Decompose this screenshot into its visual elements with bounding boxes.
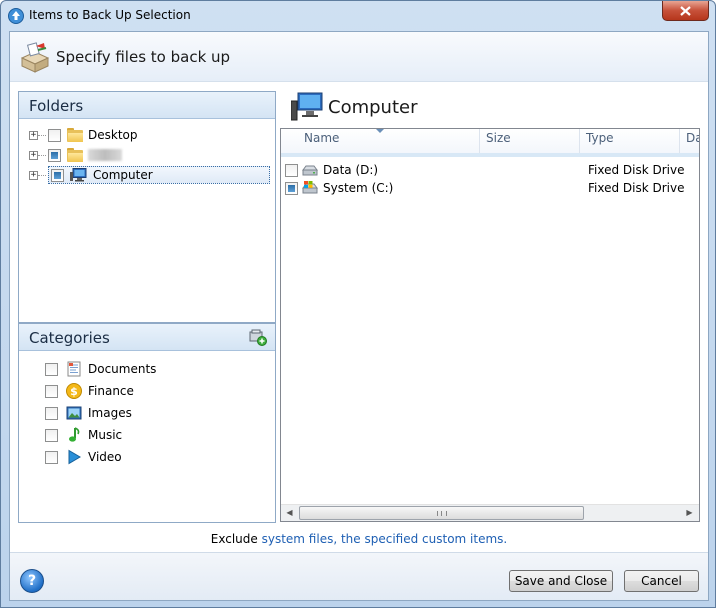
tree-item-computer[interactable]: + Computer xyxy=(29,166,270,184)
tree-item-user[interactable]: + xyxy=(29,146,122,164)
file-list: Name Size Type Da Data (D:) xyxy=(280,128,700,522)
dialog-client-area: Specify files to back up Folders + Deskt… xyxy=(9,31,709,601)
expand-icon[interactable]: + xyxy=(29,150,38,160)
svg-text:$: $ xyxy=(70,385,78,398)
folders-heading: Folders xyxy=(29,97,84,115)
computer-checkbox[interactable] xyxy=(51,168,64,182)
row-type: Fixed Disk Drive xyxy=(588,163,685,177)
cancel-button[interactable]: Cancel xyxy=(624,570,699,592)
close-icon xyxy=(680,5,691,16)
image-icon xyxy=(66,406,82,420)
window-title: Items to Back Up Selection xyxy=(29,8,191,22)
documents-checkbox[interactable] xyxy=(45,362,58,376)
exclude-prefix: Exclude xyxy=(210,532,262,546)
header-divider xyxy=(281,153,699,157)
category-finance[interactable]: $ Finance xyxy=(45,382,134,400)
title-bar: Items to Back Up Selection xyxy=(1,1,715,31)
finance-checkbox[interactable] xyxy=(45,384,58,398)
list-row-system-drive[interactable]: System (C:) Fixed Disk Drive xyxy=(285,179,695,197)
system-drive-checkbox[interactable] xyxy=(285,181,298,195)
sort-arrow-icon xyxy=(376,129,384,133)
folder-icon xyxy=(67,148,83,162)
finance-icon: $ xyxy=(66,383,82,399)
desktop-checkbox[interactable] xyxy=(48,128,61,142)
content-title: Computer xyxy=(328,97,418,118)
categories-heading: Categories xyxy=(29,329,110,347)
grip-icon xyxy=(437,511,447,516)
document-icon xyxy=(67,361,81,377)
category-video[interactable]: Video xyxy=(45,448,122,466)
scroll-right-icon[interactable]: ▶ xyxy=(681,505,698,521)
music-icon xyxy=(69,427,80,442)
row-name: Data (D:) xyxy=(323,163,379,177)
list-row-data-drive[interactable]: Data (D:) Fixed Disk Drive xyxy=(285,161,695,179)
expand-icon[interactable]: + xyxy=(29,170,38,180)
close-button[interactable] xyxy=(662,1,709,21)
scroll-thumb[interactable] xyxy=(299,506,584,520)
add-category-icon[interactable] xyxy=(249,329,267,346)
category-label: Documents xyxy=(88,362,157,376)
folders-header: Folders xyxy=(19,92,275,119)
redacted-label xyxy=(88,149,122,161)
horizontal-scrollbar[interactable]: ◀ ▶ xyxy=(281,504,699,521)
folder-icon xyxy=(67,128,83,142)
category-music[interactable]: Music xyxy=(45,426,122,444)
exclude-line: Exclude system files, the specified cust… xyxy=(10,532,708,546)
tree-item-desktop[interactable]: + Desktop xyxy=(29,126,138,144)
tree-connector xyxy=(38,174,46,176)
images-checkbox[interactable] xyxy=(45,406,58,420)
tree-connector xyxy=(38,154,46,156)
video-checkbox[interactable] xyxy=(45,450,58,464)
video-icon xyxy=(68,449,81,465)
page-title: Specify files to back up xyxy=(56,48,231,66)
row-type: Fixed Disk Drive xyxy=(588,181,685,195)
backup-box-icon xyxy=(20,42,50,73)
dialog-header: Specify files to back up xyxy=(10,32,708,82)
row-name: System (C:) xyxy=(323,181,394,195)
computer-large-icon xyxy=(291,92,323,121)
category-images[interactable]: Images xyxy=(45,404,132,422)
dialog-window: Items to Back Up Selection Specify files… xyxy=(0,0,716,608)
category-label: Video xyxy=(88,450,122,464)
tree-item-label: Computer xyxy=(93,168,153,182)
tree-item-label: Desktop xyxy=(88,128,138,142)
category-documents[interactable]: Documents xyxy=(45,360,156,378)
category-label: Music xyxy=(88,428,123,442)
system-files-link[interactable]: system files, xyxy=(262,532,338,546)
computer-icon xyxy=(70,168,87,182)
save-and-close-button[interactable]: Save and Close xyxy=(509,570,613,592)
category-label: Images xyxy=(88,406,132,420)
data-drive-checkbox[interactable] xyxy=(285,163,298,177)
scroll-left-icon[interactable]: ◀ xyxy=(281,505,298,521)
folders-panel: Folders + Desktop + + Computer xyxy=(18,91,276,323)
custom-items-link[interactable]: the specified custom items. xyxy=(337,532,507,546)
categories-header: Categories xyxy=(19,324,275,351)
button-bar: ? Save and Close Cancel xyxy=(10,552,708,600)
category-label: Finance xyxy=(88,384,134,398)
tree-connector xyxy=(38,134,46,136)
user-folder-checkbox[interactable] xyxy=(48,148,61,162)
expand-icon[interactable]: + xyxy=(29,130,38,140)
drive-icon xyxy=(302,165,318,176)
system-drive-icon xyxy=(302,181,318,194)
music-checkbox[interactable] xyxy=(45,428,58,442)
selected-tree-row[interactable]: Computer xyxy=(48,166,270,184)
help-icon[interactable]: ? xyxy=(20,569,44,593)
categories-panel: Categories Documents $ Finance Images Mu… xyxy=(18,323,276,523)
backup-app-icon xyxy=(8,8,24,24)
